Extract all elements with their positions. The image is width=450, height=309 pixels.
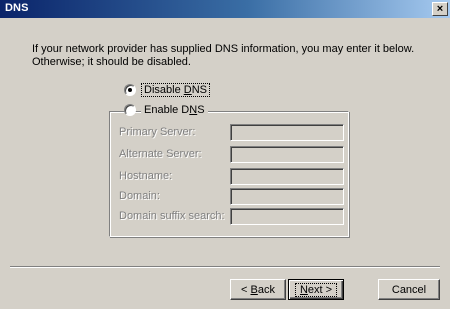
close-icon: × <box>436 3 444 15</box>
enable-dns-radio[interactable] <box>124 104 136 116</box>
next-button[interactable]: Next > <box>288 279 344 300</box>
window-title: DNS <box>5 2 29 14</box>
primary-server-label: Primary Server: <box>119 126 196 138</box>
domain-suffix-search-input[interactable] <box>230 208 344 225</box>
next-button-label: Next > <box>294 282 338 297</box>
button-separator <box>10 266 440 268</box>
back-button[interactable]: < Back <box>230 279 286 300</box>
enable-dns-option[interactable]: Enable DNS <box>124 104 208 116</box>
close-button[interactable]: × <box>432 2 448 16</box>
disable-dns-label[interactable]: Disable DNS <box>141 83 210 97</box>
domain-suffix-search-label: Domain suffix search: <box>119 210 225 222</box>
primary-server-input[interactable] <box>230 124 344 141</box>
alternate-server-label: Alternate Server: <box>119 148 202 160</box>
alternate-server-input[interactable] <box>230 146 344 163</box>
domain-label: Domain: <box>119 190 160 202</box>
hostname-input[interactable] <box>230 168 344 185</box>
cancel-button-label: Cancel <box>391 283 427 296</box>
intro-line-1: If your network provider has supplied DN… <box>32 43 415 55</box>
title-bar[interactable]: DNS × <box>0 0 450 18</box>
cancel-button[interactable]: Cancel <box>378 279 440 300</box>
disable-dns-radio[interactable] <box>124 84 136 96</box>
domain-input[interactable] <box>230 188 344 205</box>
intro-line-2: Otherwise; it should be disabled. <box>32 56 191 68</box>
disable-dns-option[interactable]: Disable DNS <box>124 83 210 97</box>
hostname-label: Hostname: <box>119 170 173 182</box>
intro-text: If your network provider has supplied DN… <box>32 43 432 69</box>
back-button-label: < Back <box>241 283 275 296</box>
enable-dns-label[interactable]: Enable DNS <box>141 104 208 116</box>
